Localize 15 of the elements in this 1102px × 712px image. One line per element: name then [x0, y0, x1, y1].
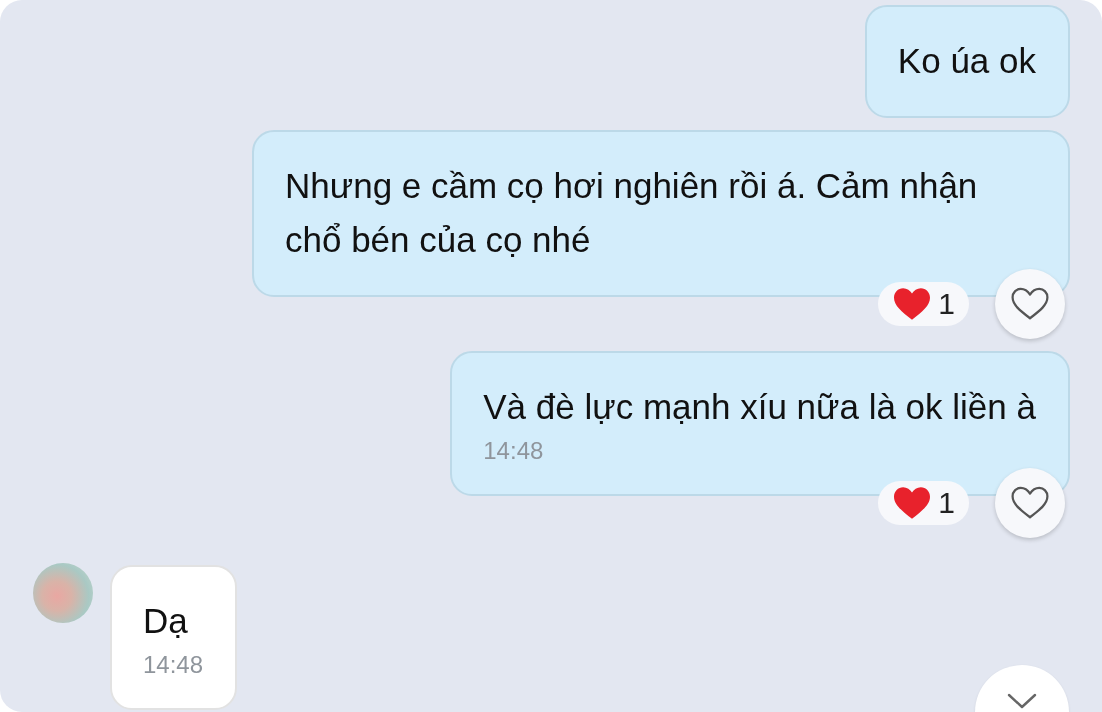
heart-outline-icon [1011, 287, 1049, 321]
heart-icon [894, 288, 931, 320]
chevron-down-icon [1007, 693, 1037, 709]
reaction-count[interactable]: 1 [878, 481, 969, 525]
heart-outline-icon [1011, 486, 1049, 520]
message-text: Dạ [143, 600, 189, 642]
heart-icon [894, 487, 931, 519]
like-button[interactable] [995, 269, 1065, 339]
message-time: 14:48 [483, 436, 545, 466]
message-time: 14:48 [143, 650, 204, 680]
message-text: Và đè lực mạnh xíu nữa là ok liền à [483, 386, 1036, 428]
message-text: Ko úa ok [897, 40, 1036, 82]
message-text: Nhưng e cầm cọ hơi nghiên rồi á. Cảm nhận chổ bén của cọ nhé [285, 165, 979, 261]
reaction-count[interactable]: 1 [878, 282, 969, 326]
like-button[interactable] [995, 468, 1065, 538]
